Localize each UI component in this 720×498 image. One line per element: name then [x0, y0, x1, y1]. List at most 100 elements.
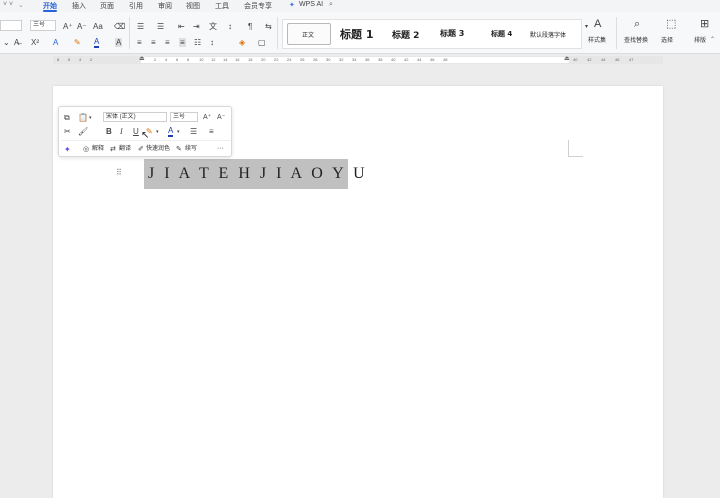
- mini-line-spacing-icon[interactable]: ☰: [190, 127, 197, 136]
- grow-font-button[interactable]: A⁺: [63, 22, 73, 31]
- style-normal-label: 正文: [302, 32, 315, 39]
- collapse-ribbon-icon[interactable]: ⌃: [710, 36, 715, 45]
- translate-button[interactable]: 翻译: [119, 144, 131, 154]
- ruler-number: 2: [90, 57, 93, 62]
- typeset-icon[interactable]: ⊞: [700, 19, 709, 30]
- italic-button[interactable]: I: [120, 127, 123, 136]
- tab-page[interactable]: 页面: [100, 1, 114, 11]
- mini-font-color-button[interactable]: A: [168, 126, 174, 137]
- font-color-button[interactable]: A: [94, 37, 100, 48]
- find-replace-button[interactable]: 查找替换: [624, 36, 648, 46]
- tab-insert[interactable]: 插入: [72, 1, 86, 11]
- ruler-number: 47: [629, 57, 634, 62]
- divider: [616, 17, 617, 49]
- ruler-number: 46: [615, 57, 620, 62]
- clear-format-icon[interactable]: ⌫: [114, 22, 125, 31]
- bullet-list-icon[interactable]: ☰: [137, 22, 144, 31]
- document-text[interactable]: J I A T E H J I A O Y U: [148, 165, 368, 183]
- quick-polish-button[interactable]: 快速润色: [146, 144, 170, 154]
- align-right-icon[interactable]: ≡: [165, 38, 170, 47]
- select-icon[interactable]: ⬚: [666, 19, 676, 30]
- wps-ai-icon[interactable]: ✦: [64, 145, 71, 154]
- mini-grow-font-button[interactable]: A⁺: [203, 113, 211, 122]
- align-center-icon[interactable]: ≡: [151, 38, 156, 47]
- change-case-button[interactable]: Aa: [93, 22, 103, 31]
- chinese-layout-icon[interactable]: 文: [209, 22, 217, 31]
- tab-review[interactable]: 审阅: [158, 1, 172, 11]
- style-more-icon[interactable]: ▾: [585, 23, 588, 32]
- decrease-indent-icon[interactable]: ⇤: [178, 22, 185, 31]
- search-icon[interactable]: ⌕: [329, 1, 333, 9]
- translate-icon: ⇄: [110, 146, 116, 153]
- drag-handle-icon[interactable]: ⠿: [116, 169, 122, 177]
- ruler-number: 30: [326, 57, 331, 62]
- mini-size-select[interactable]: 三号: [170, 112, 198, 122]
- bold-button[interactable]: B: [106, 127, 112, 136]
- select-button[interactable]: 选择: [661, 36, 673, 46]
- style-heading-3[interactable]: 标题 3: [440, 28, 464, 39]
- more-button[interactable]: ···: [217, 144, 224, 154]
- style-default-para-font[interactable]: 默认段落字体: [530, 30, 566, 39]
- highlight-icon[interactable]: ✎: [74, 38, 81, 47]
- line-spacing-icon[interactable]: ↕: [210, 38, 214, 47]
- indent-marker-icon[interactable]: ⏏: [139, 55, 145, 62]
- divider: [277, 17, 278, 49]
- font-name-select[interactable]: [0, 20, 22, 31]
- paste-icon[interactable]: 📋: [78, 113, 88, 122]
- superscript-button[interactable]: X²: [31, 38, 39, 47]
- chevron-down-icon[interactable]: ⌄: [18, 1, 24, 9]
- polish-icon: ✐: [138, 146, 144, 153]
- shading-icon[interactable]: ◈: [239, 38, 245, 47]
- char-shading-icon[interactable]: A: [115, 38, 123, 47]
- mini-font-select[interactable]: 宋体 (正文): [103, 112, 167, 122]
- underline-button[interactable]: U: [133, 127, 139, 136]
- ruler-number: 42: [587, 57, 592, 62]
- text-effect-icon[interactable]: A: [53, 38, 58, 47]
- tab-view[interactable]: 视图: [186, 1, 200, 11]
- font-color-dropdown-icon[interactable]: ▾: [177, 128, 180, 137]
- underline-arrow-icon[interactable]: ⌄: [3, 38, 10, 47]
- show-marks-icon[interactable]: ¶: [248, 22, 252, 31]
- distribute-icon[interactable]: ☷: [194, 38, 201, 47]
- numbered-list-icon[interactable]: ☰: [157, 22, 164, 31]
- mini-align-icon[interactable]: ≡: [209, 127, 214, 136]
- sort-icon[interactable]: ↕: [228, 22, 232, 31]
- ruler-number: 24: [287, 57, 292, 62]
- explain-icon: ◎: [83, 146, 90, 153]
- strikethrough-button[interactable]: A̶: [14, 38, 19, 47]
- find-replace-icon[interactable]: ⌕: [634, 19, 640, 30]
- tab-tools[interactable]: 工具: [215, 1, 229, 11]
- horizontal-ruler[interactable]: 8 6 4 2 ⏏ 2 4 6 8 10 12 14 16 18 20 22 2…: [53, 56, 663, 64]
- explain-button[interactable]: 解释: [92, 144, 104, 154]
- right-indent-marker-icon[interactable]: ⏏: [564, 55, 570, 62]
- align-left-icon[interactable]: ≡: [137, 38, 142, 47]
- increase-indent-icon[interactable]: ⇥: [193, 22, 200, 31]
- margin-corner-mark: [568, 140, 583, 157]
- cut-icon[interactable]: ✂: [64, 127, 71, 136]
- typeset-button[interactable]: 排版: [694, 36, 706, 46]
- copy-icon[interactable]: ⧉: [64, 113, 70, 122]
- style-set-button[interactable]: 样式集: [588, 36, 606, 46]
- tab-references[interactable]: 引用: [129, 1, 143, 11]
- style-heading-2[interactable]: 标题 2: [392, 28, 419, 41]
- continue-writing-button[interactable]: 续写: [185, 144, 197, 154]
- ribbon-toolbar: 三号 A⁺ A⁻ Aa ⌫ ⌄ A̶ X² A ✎ A A ☰ ☰ ⇤ ⇥ 文 …: [0, 12, 720, 54]
- tab-member[interactable]: 会员专享: [244, 1, 272, 11]
- ruler-number: 10: [199, 57, 204, 62]
- justify-icon[interactable]: ≡: [179, 38, 186, 47]
- shrink-font-button[interactable]: A⁻: [77, 22, 87, 31]
- highlight-dropdown-icon[interactable]: ▾: [156, 128, 159, 137]
- tab-wps-ai[interactable]: WPS AI: [299, 1, 323, 8]
- style-set-icon[interactable]: A: [594, 19, 601, 30]
- nav-arrows-icon[interactable]: ˅ ˅: [3, 1, 13, 8]
- style-heading-1[interactable]: 标题 1: [340, 26, 373, 42]
- mini-shrink-font-button[interactable]: A⁻: [217, 113, 225, 122]
- font-size-select[interactable]: 三号: [30, 20, 56, 31]
- style-heading-4[interactable]: 标题 4: [491, 29, 512, 39]
- format-painter-icon[interactable]: 🖌: [78, 127, 88, 136]
- continue-icon: ✎: [176, 146, 182, 153]
- border-icon[interactable]: ▢: [258, 38, 266, 47]
- text-direction-icon[interactable]: ⇆: [265, 22, 272, 31]
- ruler-number: 8: [57, 57, 60, 62]
- paste-options-icon[interactable]: ▾: [89, 114, 92, 123]
